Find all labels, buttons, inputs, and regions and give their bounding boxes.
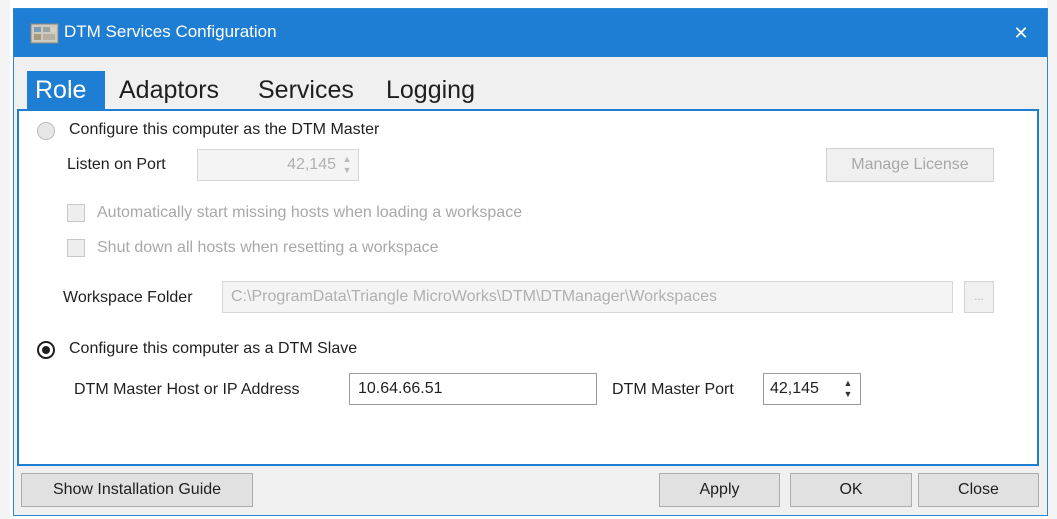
browse-label: ...	[974, 291, 984, 303]
workspace-folder-label: Workspace Folder	[63, 289, 193, 306]
master-host-label: DTM Master Host or IP Address	[74, 381, 300, 398]
tab-services[interactable]: Services	[250, 71, 368, 109]
manage-license-button[interactable]: Manage License	[826, 148, 994, 182]
spin-up-icon: ▲	[843, 378, 853, 388]
close-button[interactable]: Close	[918, 473, 1039, 507]
show-installation-guide-label: Show Installation Guide	[52, 481, 222, 498]
window-title: DTM Services Configuration	[64, 22, 277, 41]
role-tab-panel: Configure this computer as the DTM Maste…	[17, 109, 1039, 466]
listen-port-label: Listen on Port	[67, 156, 166, 173]
app-icon	[30, 21, 60, 45]
master-host-input[interactable]: 10.64.66.51	[349, 373, 597, 405]
tab-role[interactable]: Role	[27, 71, 105, 109]
master-port-spin-buttons[interactable]: ▲ ▼	[841, 375, 855, 403]
tab-adaptors-label: Adaptors	[119, 75, 220, 104]
master-host-value: 10.64.66.51	[358, 380, 443, 397]
close-label: Close	[958, 481, 999, 498]
background-app-right-edge	[1047, 0, 1057, 519]
workspace-folder-input[interactable]: C:\ProgramData\Triangle MicroWorks\DTM\D…	[222, 281, 953, 313]
master-port-label: DTM Master Port	[612, 381, 734, 398]
master-role-label: Configure this computer as the DTM Maste…	[69, 121, 380, 138]
tab-logging[interactable]: Logging	[378, 71, 488, 109]
shutdown-hosts-label: Shut down all hosts when resetting a wor…	[97, 239, 439, 256]
apply-button[interactable]: Apply	[659, 473, 780, 507]
spin-down-icon: ▼	[342, 165, 352, 175]
listen-port-spin-buttons[interactable]: ▲ ▼	[340, 151, 354, 179]
auto-start-hosts-label: Automatically start missing hosts when l…	[97, 204, 523, 221]
ok-label: OK	[839, 481, 863, 498]
spin-up-icon: ▲	[342, 154, 352, 164]
workspace-folder-value: C:\ProgramData\Triangle MicroWorks\DTM\D…	[231, 288, 718, 305]
slave-role-label: Configure this computer as a DTM Slave	[69, 340, 358, 357]
listen-port-value: 42,145	[287, 156, 336, 173]
tab-strip: Role Adaptors Services Logging	[14, 57, 1047, 109]
tab-role-label: Role	[35, 75, 87, 104]
ok-button[interactable]: OK	[790, 473, 912, 507]
shutdown-hosts-checkbox[interactable]	[67, 239, 85, 257]
master-role-radio[interactable]	[37, 122, 55, 140]
close-icon: ✕	[1013, 22, 1029, 43]
browse-workspace-button[interactable]: ...	[964, 281, 994, 313]
listen-port-stepper[interactable]: 42,145	[197, 149, 359, 181]
tab-adaptors[interactable]: Adaptors	[111, 71, 236, 109]
apply-label: Apply	[699, 481, 740, 498]
tab-services-label: Services	[258, 75, 354, 104]
close-window-button[interactable]: ✕	[1003, 15, 1039, 51]
slave-role-radio[interactable]	[37, 341, 55, 359]
spin-down-icon: ▼	[843, 389, 853, 399]
auto-start-hosts-checkbox[interactable]	[67, 204, 85, 222]
dtm-services-configuration-window: DTM Services Configuration ✕ Role Adapto…	[13, 8, 1048, 516]
master-port-value: 42,145	[770, 380, 819, 397]
tab-logging-label: Logging	[386, 75, 475, 104]
manage-license-label: Manage License	[851, 156, 969, 173]
title-bar: DTM Services Configuration ✕	[14, 9, 1047, 57]
show-installation-guide-button[interactable]: Show Installation Guide	[21, 473, 253, 507]
background-app-left-edge	[0, 0, 10, 519]
